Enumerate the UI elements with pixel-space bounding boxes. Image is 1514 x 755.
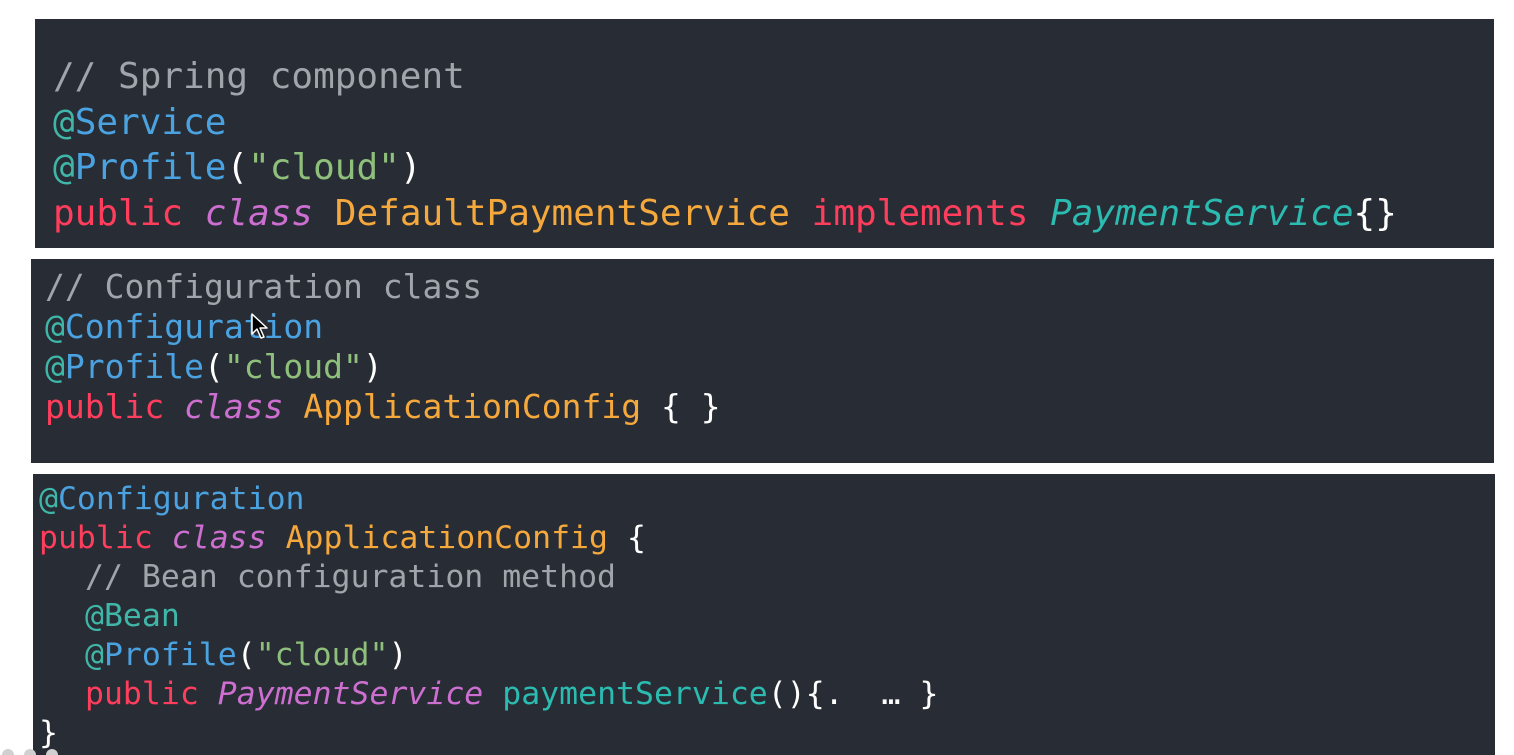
code-line-class-declaration: public class ApplicationConfig { }	[45, 387, 721, 426]
code-panel-configuration-class: // Configuration class @Configuration @P…	[31, 259, 1494, 463]
code-line-comment: // Configuration class	[45, 267, 483, 306]
code-line-class-declaration: public class DefaultPaymentService imple…	[53, 192, 1397, 234]
code-line-comment: // Bean configuration method	[85, 559, 617, 595]
code-line-method-declaration: public PaymentService paymentService(){.…	[85, 676, 939, 712]
mouse-pointer-icon	[251, 313, 268, 339]
code-line-annotation-profile: @Profile("cloud")	[85, 637, 408, 673]
code-panel-bean-method: @Configuration public class ApplicationC…	[33, 474, 1495, 755]
code-line-annotation-bean: @Bean	[85, 598, 180, 634]
code-line-annotation-configuration: @Configuration	[39, 481, 305, 517]
code-line-annotation-profile: @Profile("cloud")	[53, 147, 422, 188]
code-line-annotation-profile: @Profile("cloud")	[45, 347, 383, 386]
code-line-closing-brace: }	[39, 715, 58, 751]
code-line-class-declaration: public class ApplicationConfig {	[39, 520, 646, 556]
code-line-annotation-service: @Service	[53, 101, 227, 143]
player-dots-icon	[2, 749, 58, 755]
code-line-comment: // Spring component	[53, 56, 465, 97]
code-panel-spring-component: // Spring component @Service @Profile("c…	[35, 19, 1494, 248]
